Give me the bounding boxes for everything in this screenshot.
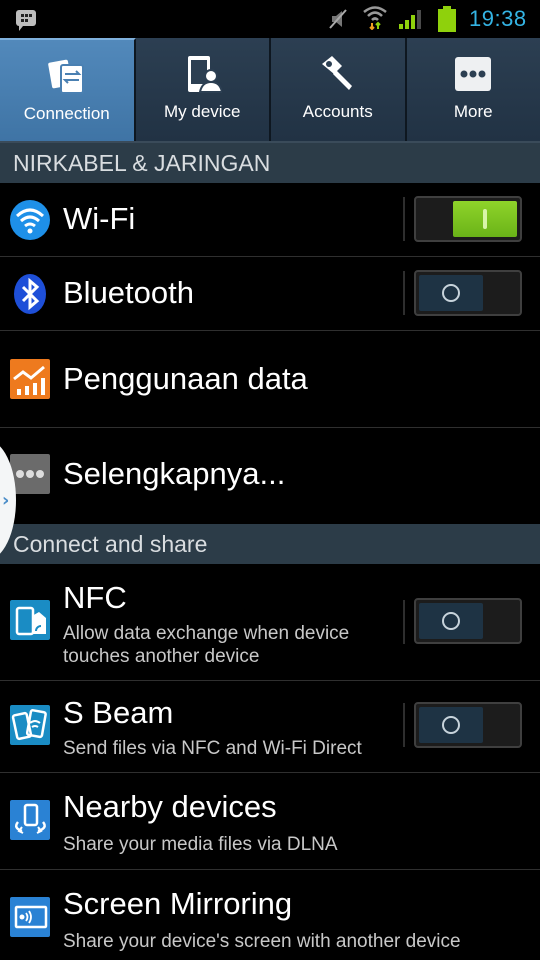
- tab-connection[interactable]: Connection: [0, 38, 136, 141]
- divider: [403, 271, 405, 315]
- item-subtitle: Share your media files via DLNA: [63, 834, 338, 855]
- chevron-right-icon: ›: [2, 490, 10, 511]
- list-item-bluetooth[interactable]: Bluetooth: [0, 257, 540, 331]
- list-item-more-networks[interactable]: Selengkapnya...: [0, 428, 540, 524]
- tab-my-device[interactable]: My device: [135, 38, 271, 141]
- list-item-s-beam[interactable]: S Beam Send files via NFC and Wi-Fi Dire…: [0, 681, 540, 773]
- list-item-wifi[interactable]: Wi-Fi: [0, 183, 540, 257]
- wifi-icon: [10, 200, 50, 240]
- s-beam-icon: [10, 705, 50, 745]
- connection-icon: [47, 59, 84, 94]
- signal-icon: [399, 10, 421, 29]
- wifi-icon: [363, 6, 387, 30]
- item-title: Penggunaan data: [63, 361, 308, 396]
- item-title: Screen Mirroring: [63, 886, 293, 921]
- list-item-nearby-devices[interactable]: Nearby devices Share your media files vi…: [0, 773, 540, 870]
- item-subtitle: Share your device's screen with another …: [63, 931, 461, 952]
- item-title: NFC: [63, 580, 127, 615]
- clock: 19:38: [469, 6, 527, 31]
- tab-label: Connection: [23, 104, 110, 123]
- divider: [403, 600, 405, 644]
- item-subtitle: Allow data exchange when device touches …: [63, 623, 350, 667]
- more-dots-icon: [455, 57, 492, 91]
- tab-label: My device: [163, 102, 241, 121]
- item-title: Wi-Fi: [63, 201, 136, 236]
- data-usage-icon: [10, 359, 50, 399]
- bluetooth-icon: [14, 274, 46, 314]
- screen-mirroring-icon: [10, 897, 50, 937]
- list-item-screen-mirroring[interactable]: Screen Mirroring Share your device's scr…: [0, 870, 540, 960]
- divider: [403, 197, 405, 241]
- item-title: Selengkapnya...: [63, 456, 286, 491]
- list-item-data-usage[interactable]: Penggunaan data: [0, 331, 540, 428]
- accounts-key-icon: [321, 56, 352, 90]
- tab-accounts[interactable]: Accounts: [271, 38, 407, 141]
- status-bar: 19:38: [0, 0, 540, 38]
- more-networks-icon: [10, 454, 50, 494]
- nfc-toggle[interactable]: [414, 598, 522, 644]
- section-header-connect-share: Connect and share: [0, 524, 540, 564]
- divider: [403, 703, 405, 747]
- tab-label: Accounts: [302, 102, 373, 121]
- s-beam-toggle[interactable]: [414, 702, 522, 748]
- section-header-wireless: NIRKABEL & JARINGAN: [0, 143, 540, 183]
- item-title: S Beam: [63, 695, 174, 730]
- bbm-message-icon: [16, 10, 36, 31]
- wifi-toggle[interactable]: [414, 196, 522, 242]
- list-item-nfc[interactable]: NFC Allow data exchange when device touc…: [0, 564, 540, 681]
- tab-more[interactable]: More: [406, 38, 540, 141]
- my-device-icon: [188, 56, 223, 93]
- tab-label: More: [453, 102, 493, 121]
- bluetooth-toggle[interactable]: [414, 270, 522, 316]
- item-title: Bluetooth: [63, 275, 194, 310]
- item-title: Nearby devices: [63, 789, 277, 824]
- settings-tabs: Connection My device Accounts More: [0, 38, 540, 144]
- mute-icon: [329, 9, 347, 29]
- battery-icon: [438, 6, 456, 32]
- nearby-devices-icon: [10, 800, 50, 840]
- nfc-icon: [10, 600, 50, 640]
